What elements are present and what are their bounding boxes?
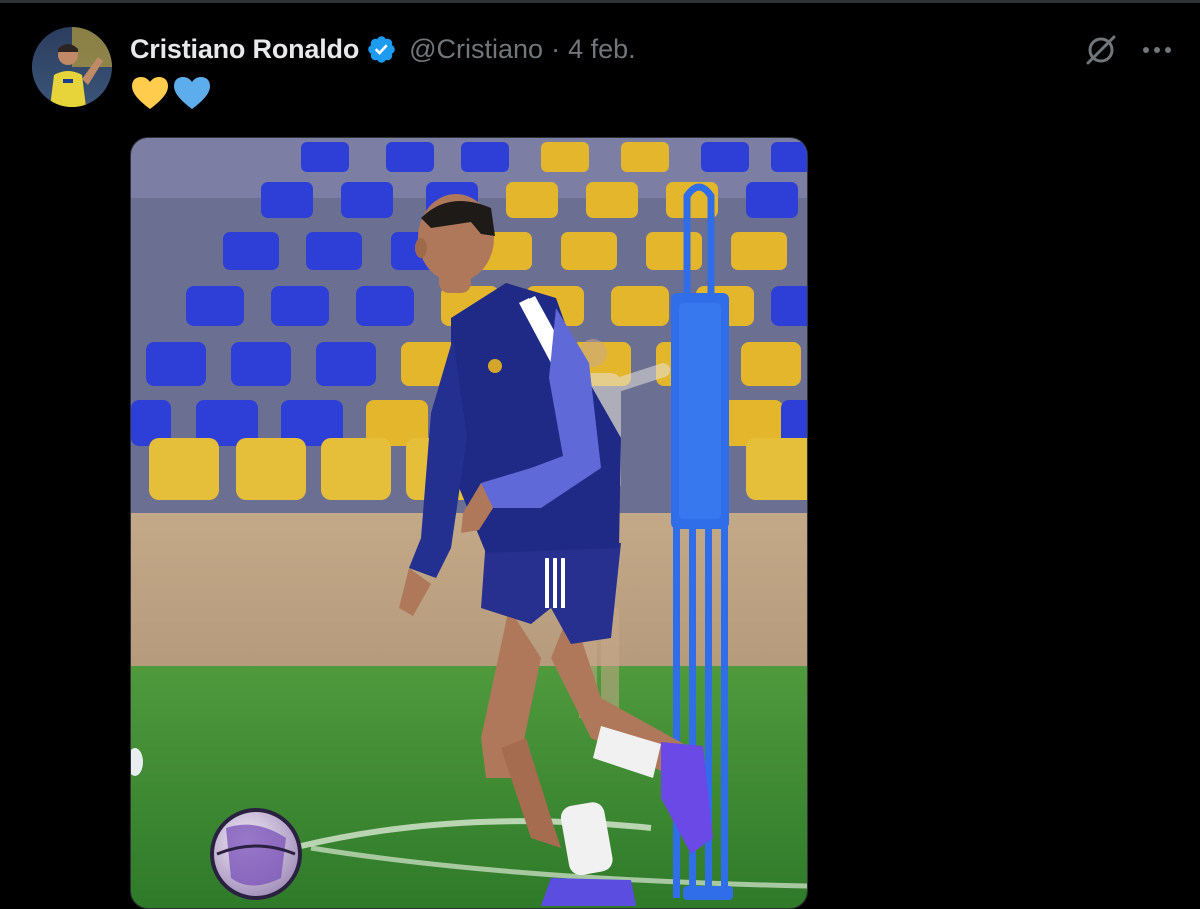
post-header: Cristiano Ronaldo @Cristiano · 4 feb.: [130, 31, 636, 67]
post-photo[interactable]: [130, 137, 808, 909]
yellow-heart-icon: [130, 75, 170, 111]
author-name[interactable]: Cristiano Ronaldo: [130, 34, 359, 65]
author-handle[interactable]: @Cristiano: [409, 34, 543, 65]
grok-button[interactable]: [1082, 31, 1120, 69]
blue-heart-icon: [172, 75, 212, 111]
more-icon: [1143, 47, 1171, 53]
verified-badge-icon: [366, 34, 397, 65]
football: [210, 808, 302, 900]
separator-dot: ·: [551, 33, 561, 64]
post-text: [130, 73, 212, 113]
avatar[interactable]: [32, 27, 112, 107]
post-date[interactable]: 4 feb.: [568, 34, 636, 65]
post[interactable]: Cristiano Ronaldo @Cristiano · 4 feb.: [0, 3, 1200, 909]
app-window: Cristiano Ronaldo @Cristiano · 4 feb.: [0, 0, 1200, 909]
grok-icon: [1086, 35, 1116, 65]
avatar-image: [32, 27, 112, 107]
photo-image: [131, 138, 807, 908]
more-options-button[interactable]: [1138, 31, 1176, 69]
